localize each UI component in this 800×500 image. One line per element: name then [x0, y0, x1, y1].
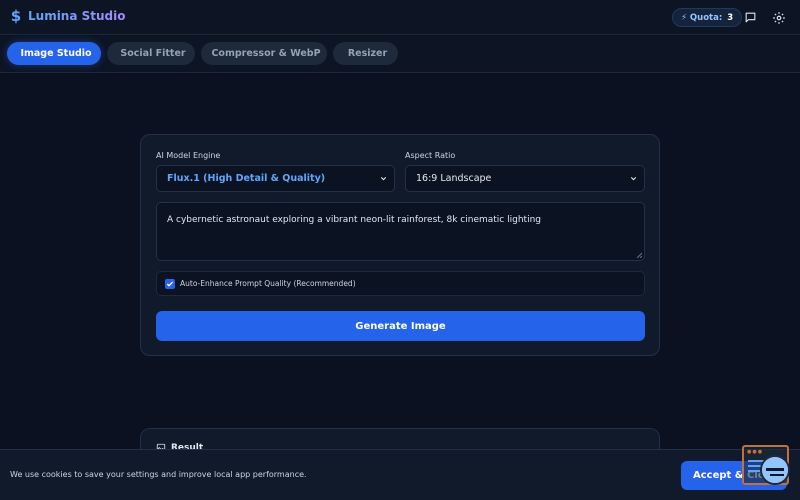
tab-compressor[interactable]: Compressor & WebP — [201, 42, 327, 65]
settings-button[interactable] — [769, 8, 788, 27]
tab-label: Social Fitter — [120, 48, 186, 59]
tab-social-fitter[interactable]: Social Fitter — [107, 42, 195, 65]
app-header: $ Lumina Studio ⚡ Quota: 3 — [0, 0, 800, 35]
chat-button[interactable] — [741, 8, 760, 27]
enhance-label: Auto-Enhance Prompt Quality (Recommended… — [180, 279, 356, 288]
cookie-text: We use cookies to save your settings and… — [10, 470, 307, 479]
aspect-label: Aspect Ratio — [405, 151, 456, 160]
assistant-avatar[interactable] — [760, 455, 790, 485]
model-value: Flux.1 (High Detail & Quality) — [167, 173, 326, 184]
chevron-down-icon — [380, 176, 387, 181]
tab-bar: Image Studio Social Fitter Compressor & … — [0, 36, 800, 73]
assistant-face-icon — [762, 457, 788, 483]
prompt-text: A cybernetic astronaut exploring a vibra… — [167, 215, 541, 225]
aspect-value: 16:9 Landscape — [416, 173, 492, 184]
tab-label: Image Studio — [20, 48, 92, 59]
generate-button[interactable]: Generate Image — [156, 311, 645, 341]
checkmark-icon — [166, 281, 174, 287]
chevron-down-icon — [630, 176, 637, 181]
enhance-checkbox[interactable] — [165, 278, 175, 289]
aspect-select[interactable]: 16:9 Landscape — [405, 165, 645, 192]
tab-label: Compressor & WebP — [211, 48, 321, 59]
cookie-banner: We use cookies to save your settings and… — [0, 449, 800, 500]
brand[interactable]: $ Lumina Studio — [10, 7, 126, 25]
gear-icon — [772, 11, 785, 24]
tab-label: Resizer — [347, 48, 388, 59]
image-studio-card: AI Model Engine Flux.1 (High Detail & Qu… — [140, 134, 660, 356]
model-label: AI Model Engine — [156, 151, 221, 160]
tab-image-studio[interactable]: Image Studio — [7, 42, 101, 65]
prompt-input[interactable]: A cybernetic astronaut exploring a vibra… — [156, 202, 645, 261]
resize-grip-icon[interactable] — [636, 252, 642, 258]
app-title: Lumina Studio — [28, 9, 126, 23]
tab-resizer[interactable]: Resizer — [333, 42, 398, 65]
enhance-option[interactable]: Auto-Enhance Prompt Quality (Recommended… — [156, 271, 645, 296]
quota-badge: ⚡ Quota: 3 — [672, 8, 743, 27]
dollar-icon: $ — [10, 7, 22, 25]
chat-icon — [745, 12, 756, 23]
window-dots-icon: ●●● — [747, 449, 764, 455]
quota-label: ⚡ Quota: — [681, 12, 723, 23]
model-select[interactable]: Flux.1 (High Detail & Quality) — [156, 165, 395, 192]
quota-value: 3 — [727, 12, 734, 23]
